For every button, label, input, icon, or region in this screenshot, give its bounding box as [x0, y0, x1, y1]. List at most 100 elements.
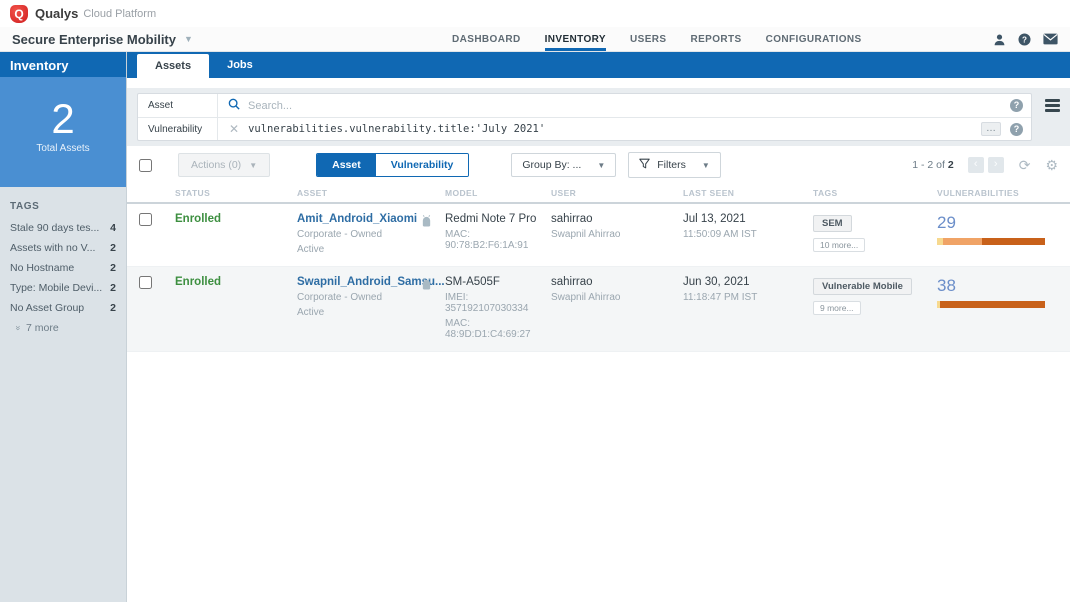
tags-section-title: TAGS: [10, 201, 40, 212]
mail-icon[interactable]: [1043, 33, 1058, 45]
col-vulnerabilities[interactable]: VULNERABILITIES: [937, 188, 1058, 198]
app-title[interactable]: Secure Enterprise Mobility: [12, 32, 176, 47]
tag-count: 2: [110, 262, 116, 274]
tag-filter-item[interactable]: Type: Mobile Devi... 2: [10, 282, 116, 294]
asset-search-input[interactable]: [240, 99, 1010, 112]
device-mac: MAC: 48:9D:D1:C4:69:27: [445, 318, 531, 340]
svg-text:?: ?: [1022, 35, 1027, 44]
total-assets-count: 2: [51, 95, 75, 142]
main-panel: Assets Jobs Asset ? Vulnerability ✕ vuln…: [127, 52, 1070, 602]
query-expand-button[interactable]: …: [981, 122, 1001, 136]
row-checkbox[interactable]: [139, 213, 152, 226]
help-icon[interactable]: ?: [1018, 32, 1031, 46]
tag-count: 2: [110, 242, 116, 254]
tag-count: 2: [110, 282, 116, 294]
tags-panel: TAGS Stale 90 days tes... 4 Assets with …: [0, 187, 126, 602]
filters-dropdown[interactable]: Filters ▼: [628, 152, 721, 178]
android-device-icon: [421, 277, 445, 295]
table-row: Enrolled Amit_Android_Xiaomi Corporate -…: [127, 204, 1070, 267]
nav-reports[interactable]: REPORTS: [690, 27, 741, 51]
toolbar: Actions (0) ▼ Asset Vulnerability Group B…: [127, 146, 1070, 184]
tags-show-more[interactable]: » 7 more: [10, 322, 116, 334]
next-page-button[interactable]: ›: [987, 157, 1004, 173]
tab-jobs[interactable]: Jobs: [209, 52, 271, 78]
chevron-down-icon: ▼: [597, 160, 606, 170]
tag-more-badge[interactable]: 10 more...: [813, 238, 866, 252]
total-assets-card[interactable]: 2 Total Assets: [0, 77, 126, 187]
search-panel: Asset ? Vulnerability ✕ vulnerabilities.…: [127, 88, 1070, 146]
group-by-dropdown[interactable]: Group By: ... ▼: [511, 153, 617, 177]
asset-ownership: Corporate - Owned: [297, 292, 383, 303]
col-status[interactable]: STATUS: [175, 188, 297, 198]
tag-filter-item[interactable]: No Hostname 2: [10, 262, 116, 274]
asset-link[interactable]: Amit_Android_Xiaomi: [297, 213, 421, 225]
vulnerability-search-help-icon[interactable]: ?: [1010, 122, 1023, 136]
row-checkbox[interactable]: [139, 276, 152, 289]
tag-filter-item[interactable]: Stale 90 days tes... 4: [10, 222, 116, 234]
tag-label: No Hostname: [10, 262, 75, 274]
tag-badge[interactable]: Vulnerable Mobile: [813, 278, 912, 295]
col-user[interactable]: USER: [551, 188, 683, 198]
vulnerability-query-text[interactable]: vulnerabilities.vulnerability.title:'Jul…: [248, 123, 981, 135]
user-name: sahirrao: [551, 213, 593, 225]
vulnerability-count[interactable]: 38: [937, 276, 1058, 296]
asset-search-row: Asset ?: [138, 94, 1031, 117]
android-device-icon: [421, 214, 445, 232]
nav-inventory[interactable]: INVENTORY: [544, 27, 606, 51]
tab-assets[interactable]: Assets: [137, 54, 210, 78]
nav-users[interactable]: USERS: [630, 27, 666, 51]
vulnerability-severity-bar[interactable]: [937, 238, 1045, 245]
col-asset[interactable]: ASSET: [297, 188, 421, 198]
clear-query-icon[interactable]: ✕: [229, 123, 239, 135]
tag-filter-item[interactable]: Assets with no V... 2: [10, 242, 116, 254]
user-full-name: Swapnil Ahirrao: [551, 292, 621, 303]
tag-label: Assets with no V...: [10, 242, 96, 254]
brand-bar: Q Qualys Cloud Platform: [0, 0, 1070, 27]
status-badge: Enrolled: [175, 276, 222, 288]
asset-link[interactable]: Swapnil_Android_Samsu...: [297, 276, 445, 288]
tag-more-badge[interactable]: 9 more...: [813, 301, 861, 315]
asset-search-help-icon[interactable]: ?: [1010, 99, 1023, 112]
status-badge: Enrolled: [175, 213, 222, 225]
gear-icon[interactable]: ⚙: [1045, 158, 1058, 172]
col-tags[interactable]: TAGS: [813, 188, 937, 198]
tag-label: Stale 90 days tes...: [10, 222, 100, 234]
funnel-icon: [639, 158, 650, 172]
device-model: SM-A505F: [445, 276, 500, 288]
col-last-seen[interactable]: LAST SEEN: [683, 188, 813, 198]
device-imei: IMEI: 357192107030334: [445, 292, 529, 314]
tab-strip: [127, 78, 1070, 88]
vulnerability-severity-bar[interactable]: [937, 301, 1045, 308]
vulnerability-count[interactable]: 29: [937, 213, 1058, 233]
tag-badge[interactable]: SEM: [813, 215, 852, 232]
vulnerability-search-row: Vulnerability ✕ vulnerabilities.vulnerab…: [138, 117, 1031, 140]
tag-filter-item[interactable]: No Asset Group 2: [10, 302, 116, 314]
search-icon: [228, 97, 240, 115]
chevron-down-icon: ▼: [249, 161, 258, 170]
device-mac: MAC: 90:78:B2:F6:1A:91: [445, 229, 529, 251]
brand-name: Qualys: [35, 6, 79, 21]
nav-configurations[interactable]: CONFIGURATIONS: [766, 27, 862, 51]
tab-bar: Assets Jobs: [127, 52, 1070, 78]
menu-icon[interactable]: [1045, 99, 1060, 114]
prev-page-button[interactable]: ‹: [967, 157, 984, 173]
asset-state: Active: [297, 307, 325, 318]
actions-button[interactable]: Actions (0) ▼: [178, 153, 271, 177]
user-full-name: Swapnil Ahirrao: [551, 229, 621, 240]
chevron-down-icon[interactable]: ▼: [184, 34, 193, 44]
col-model[interactable]: MODEL: [445, 188, 551, 198]
refresh-icon[interactable]: ⟳: [1019, 158, 1031, 172]
table-row: Enrolled Swapnil_Android_Samsu... Corpor…: [127, 267, 1070, 352]
user-icon[interactable]: [993, 33, 1006, 46]
asset-view-button[interactable]: Asset: [317, 154, 376, 176]
nav-dashboard[interactable]: DASHBOARD: [452, 27, 521, 51]
vulnerability-view-button[interactable]: Vulnerability: [375, 154, 469, 176]
app-bar: Secure Enterprise Mobility ▼ DASHBOARD I…: [0, 27, 1070, 52]
main-nav: DASHBOARD INVENTORY USERS REPORTS CONFIG…: [452, 27, 862, 51]
tag-label: No Asset Group: [10, 302, 85, 314]
tag-count: 2: [110, 302, 116, 314]
select-all-checkbox[interactable]: [139, 158, 152, 172]
asset-ownership: Corporate - Owned: [297, 229, 383, 240]
sidebar: Inventory 2 Total Assets TAGS Stale 90 d…: [0, 52, 127, 602]
user-name: sahirrao: [551, 276, 593, 288]
